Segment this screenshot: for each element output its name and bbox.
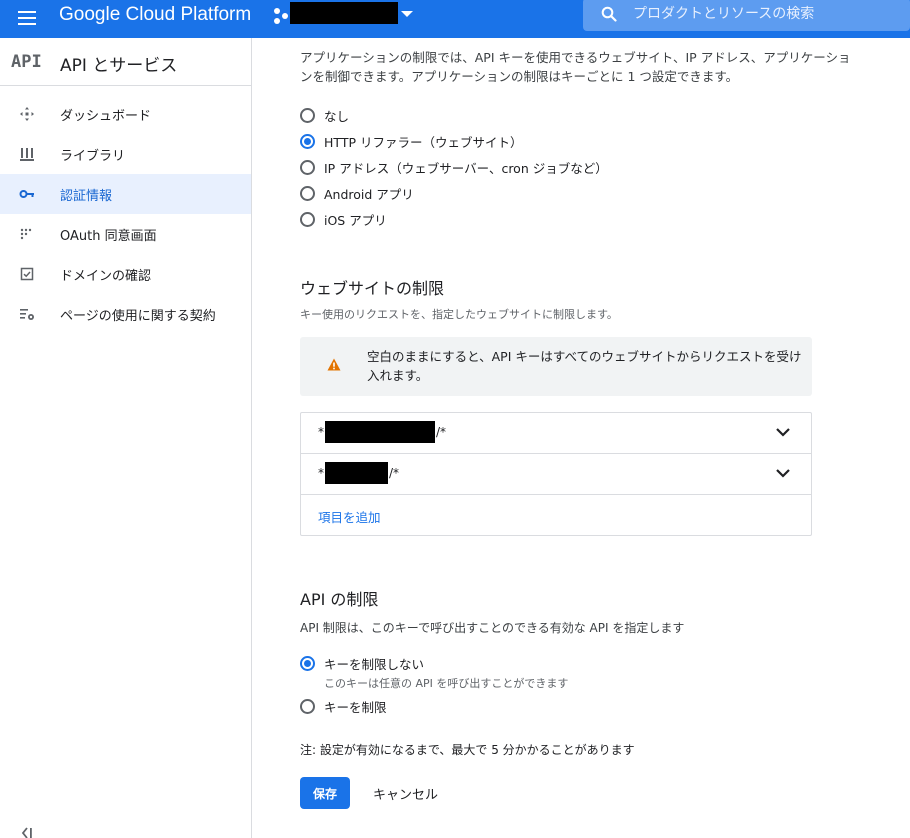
sidebar-item-label: ページの使用に関する契約: [60, 309, 216, 324]
sidebar-item-domain-verification[interactable]: ドメインの確認: [0, 254, 251, 294]
app-title[interactable]: Google Cloud Platform: [59, 4, 251, 26]
add-item-link[interactable]: 項目を追加: [318, 507, 381, 526]
sidebar-item-label: ダッシュボード: [60, 109, 152, 124]
save-button[interactable]: 保存: [300, 777, 350, 809]
warning-icon: [327, 358, 341, 371]
radio-ip-address[interactable]: IP アドレス（ウェブサーバー、cron ジョブなど）: [300, 157, 608, 177]
project-icon[interactable]: [272, 7, 290, 25]
api-restrictions-description: API 制限は、このキーで呼び出すことのできる有効な API を指定します: [300, 621, 685, 635]
website-restrictions-title: ウェブサイトの制限: [300, 279, 445, 298]
sidebar-item-credentials[interactable]: 認証情報: [0, 174, 251, 214]
sidebar: API API とサービス ダッシュボード ライブラリ 認証情報 OAuth 同…: [0, 38, 252, 838]
radio-description: このキーは任意の API を呼び出すことができます: [324, 677, 569, 690]
sidebar-item-label: ドメインの確認: [60, 269, 152, 284]
project-name-redacted[interactable]: [290, 2, 398, 24]
referrer-prefix: *: [318, 425, 324, 439]
radio-label: IP アドレス（ウェブサーバー、cron ジョブなど）: [324, 160, 608, 176]
library-icon: [20, 148, 34, 161]
radio-android-apps[interactable]: Android アプリ: [300, 183, 414, 203]
sidebar-item-page-usage-agreements[interactable]: ページの使用に関する契約: [0, 294, 251, 334]
radio-ios-apps[interactable]: iOS アプリ: [300, 209, 387, 229]
sidebar-item-label: ライブラリ: [60, 149, 126, 164]
search-box[interactable]: [583, 0, 910, 31]
referrer-redacted: [325, 421, 435, 443]
radio-button[interactable]: [300, 211, 315, 227]
settings-list-icon: [20, 309, 34, 320]
sidebar-item-label: OAuth 同意画面: [60, 229, 157, 244]
domain-check-icon: [20, 267, 34, 281]
radio-button-checked[interactable]: [300, 655, 315, 671]
radio-button[interactable]: [300, 698, 315, 714]
referrer-row[interactable]: * /*: [301, 454, 811, 495]
propagation-note: 注: 設定が有効になるまで、最大で 5 分かかることがあります: [300, 743, 635, 757]
main-content: アプリケーションの制限では、API キーを使用できるウェブサイト、IP アドレス…: [253, 38, 910, 838]
radio-restrict-key[interactable]: キーを制限: [300, 696, 387, 716]
sidebar-item-library[interactable]: ライブラリ: [0, 134, 251, 174]
radio-button[interactable]: [300, 159, 315, 175]
collapse-sidebar-icon[interactable]: [20, 827, 34, 838]
referrer-prefix: *: [318, 466, 324, 480]
radio-label: iOS アプリ: [324, 212, 387, 228]
sidebar-header: API API とサービス: [0, 38, 251, 86]
sidebar-item-oauth-consent[interactable]: OAuth 同意画面: [0, 214, 251, 254]
warning-banner: 空白のままにすると、API キーはすべてのウェブサイトからリクエストを受け入れま…: [300, 337, 812, 396]
api-logo: API: [11, 52, 42, 72]
radio-dont-restrict-key[interactable]: キーを制限しない: [300, 653, 424, 673]
radio-label: なし: [324, 108, 350, 124]
radio-button-checked[interactable]: [300, 133, 315, 149]
cancel-button[interactable]: キャンセル: [363, 777, 448, 809]
sidebar-item-label: 認証情報: [60, 189, 113, 204]
top-app-bar: Google Cloud Platform: [0, 0, 910, 38]
radio-none[interactable]: なし: [300, 105, 349, 125]
radio-label: キーを制限しない: [324, 656, 425, 672]
referrer-suffix: /*: [436, 425, 447, 439]
search-input[interactable]: [633, 2, 893, 26]
caret-down-icon[interactable]: [401, 11, 413, 17]
chevron-down-icon[interactable]: [775, 426, 791, 438]
sidebar-item-dashboard[interactable]: ダッシュボード: [0, 94, 251, 134]
website-restrictions-description: キー使用のリクエストを、指定したウェブサイトに制限します。: [300, 308, 618, 321]
chevron-down-icon[interactable]: [775, 467, 791, 479]
radio-button[interactable]: [300, 107, 315, 123]
radio-http-referrer[interactable]: HTTP リファラー（ウェブサイト）: [300, 131, 522, 151]
consent-icon: [20, 228, 32, 240]
referrer-redacted: [325, 462, 388, 484]
key-icon: [19, 190, 34, 198]
sidebar-title: API とサービス: [60, 56, 178, 76]
referrer-list: * /* * /* 項目を追加: [300, 412, 812, 536]
radio-label: Android アプリ: [324, 186, 414, 202]
search-icon: [601, 6, 617, 22]
warning-text: 空白のままにすると、API キーはすべてのウェブサイトからリクエストを受け入れま…: [367, 349, 802, 383]
menu-icon[interactable]: [18, 7, 40, 29]
radio-label: キーを制限: [324, 699, 387, 715]
radio-label: HTTP リファラー（ウェブサイト）: [324, 134, 523, 150]
referrer-suffix: /*: [389, 466, 400, 480]
api-restrictions-title: API の制限: [300, 590, 379, 609]
dashboard-icon: [20, 107, 34, 121]
app-restrictions-intro: アプリケーションの制限では、API キーを使用できるウェブサイト、IP アドレス…: [300, 50, 851, 84]
referrer-row[interactable]: * /*: [301, 413, 811, 454]
radio-button[interactable]: [300, 185, 315, 201]
